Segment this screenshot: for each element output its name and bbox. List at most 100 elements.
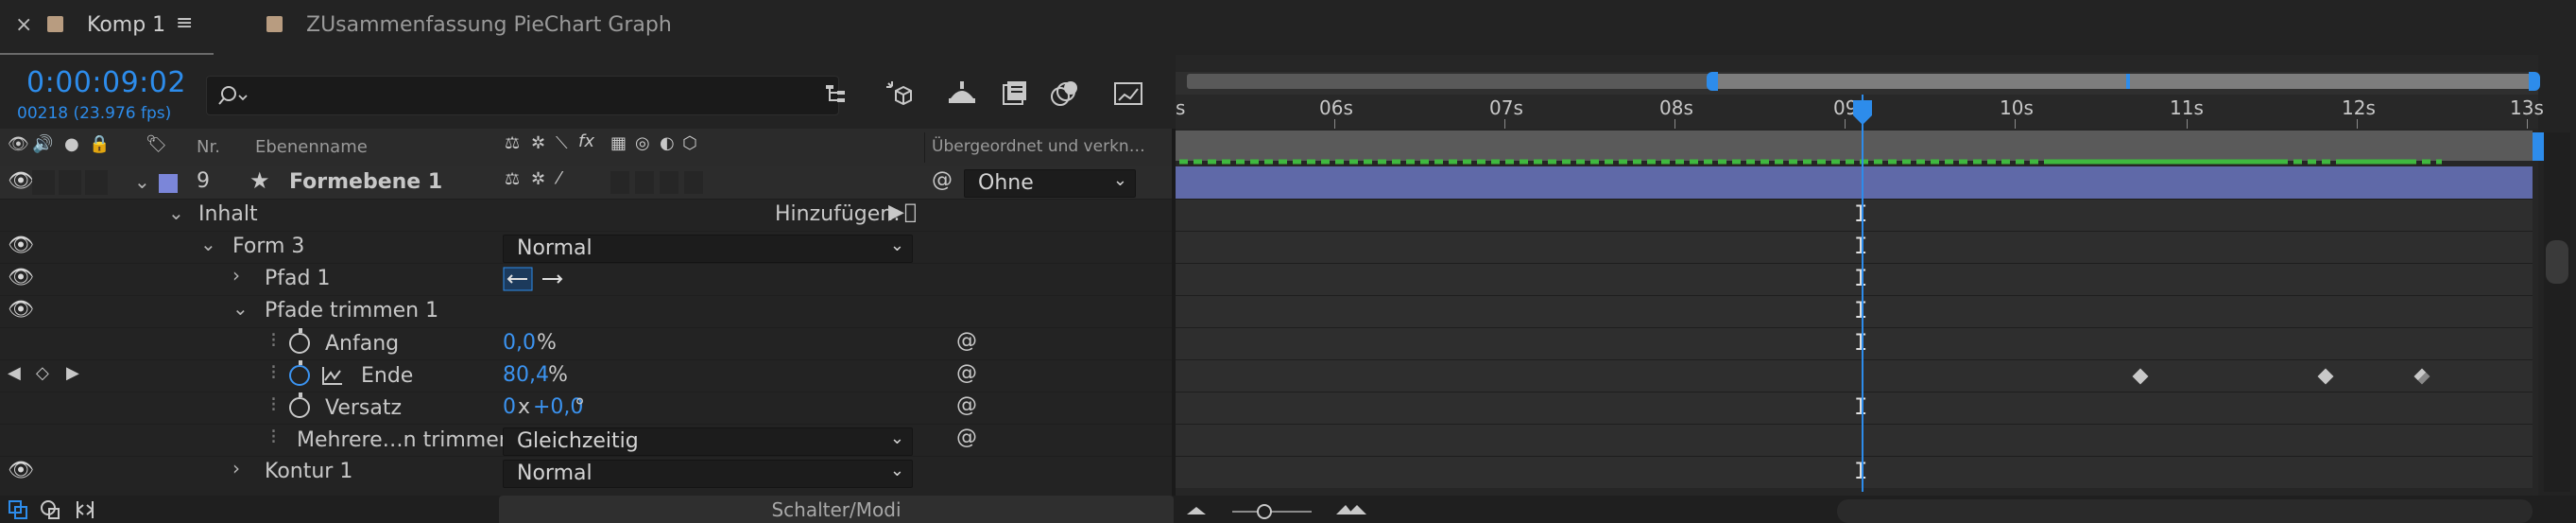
layer-label-color[interactable]	[159, 174, 178, 193]
expand-layer-chevron-icon[interactable]: ⌄	[134, 170, 150, 193]
path-direction-reverse-icon[interactable]	[503, 267, 533, 291]
collapse-chevron-icon[interactable]: ⌄	[168, 201, 184, 224]
collapse-chevron-icon[interactable]: ⌄	[232, 297, 249, 320]
playhead-handle-icon[interactable]	[1852, 98, 1873, 127]
pfad-1-label[interactable]: Pfad 1	[265, 267, 330, 290]
3d-layer-switch-icon[interactable]: ⬡	[682, 133, 697, 153]
shy-layer-switch-icon[interactable]: ⚖	[505, 169, 520, 189]
motion-blur-icon[interactable]	[1047, 78, 1081, 110]
expression-pick-whip-icon[interactable]: @	[956, 361, 977, 385]
visibility-eye-icon[interactable]: 👁	[8, 169, 34, 193]
anfang-value[interactable]: 0,0	[503, 331, 536, 355]
composition-flowchart-icon[interactable]	[822, 78, 856, 110]
in-out-duration-pane-icon[interactable]	[74, 499, 96, 520]
expression-pick-whip-icon[interactable]: @	[956, 393, 977, 417]
expression-pick-whip-icon[interactable]: @	[956, 329, 977, 353]
kontur-1-label[interactable]: Kontur 1	[265, 460, 352, 483]
blend-mode-value: Normal	[517, 236, 592, 260]
collapse-switch-icon[interactable]: ✲	[531, 133, 545, 153]
collapse-chevron-icon[interactable]: ⌄	[200, 233, 216, 255]
stopwatch-icon[interactable]	[289, 328, 310, 354]
layer-duration-bar[interactable]	[1176, 166, 2533, 199]
quality-switch-icon[interactable]: ⟍	[556, 133, 568, 153]
layer-row-formebene-1[interactable]: 👁 ⌄ 9 ★ Formebene 1 ⚖ ✲ ⁄ @ Ohne ⌄	[0, 166, 1176, 199]
shy-switch-icon[interactable]: ⚖	[505, 133, 520, 153]
transfer-controls-pane-icon[interactable]	[40, 499, 62, 520]
collapse-layer-switch-icon[interactable]: ✲	[531, 169, 545, 189]
add-keyframe-icon[interactable]: ◇	[36, 363, 49, 383]
expand-chevron-icon[interactable]: ›	[232, 457, 240, 479]
fx-switch-slot[interactable]	[610, 171, 629, 194]
ende-value[interactable]: 80,4	[503, 363, 549, 387]
pick-whip-icon[interactable]: @	[932, 168, 953, 192]
zoom-slider-thumb[interactable]	[1257, 504, 1272, 519]
current-time[interactable]: 0:00:09:02	[26, 66, 186, 99]
parent-column-header[interactable]: Übergeordnet und verkn…	[932, 137, 1145, 156]
stopwatch-icon[interactable]	[289, 392, 310, 418]
playhead-line[interactable]	[1862, 95, 1863, 492]
audio-column-icon[interactable]: 🔊	[32, 134, 53, 154]
layer-name-column-header[interactable]: Ebenenname	[255, 137, 368, 157]
layer-search-input[interactable]	[206, 76, 839, 115]
row-pfade-trimmen-1: 👁 ⌄ Pfade trimmen 1	[0, 295, 1176, 327]
form-3-label[interactable]: Form 3	[232, 235, 304, 258]
versatz-revolutions-value[interactable]: 0	[503, 395, 516, 419]
eye-column-icon[interactable]: 👁	[8, 134, 29, 154]
column-divider	[924, 132, 925, 163]
navigator-end-handle[interactable]	[2529, 72, 2540, 91]
lock-column-icon[interactable]: 🔒	[89, 134, 110, 154]
scrollbar-thumb[interactable]	[2546, 240, 2568, 284]
audio-toggle[interactable]	[32, 170, 55, 195]
adjustment-switch-icon[interactable]: ◐	[660, 133, 675, 153]
visibility-eye-icon[interactable]: 👁	[8, 459, 34, 482]
form-3-blend-mode-dropdown[interactable]: Normal ⌄	[503, 235, 913, 263]
frame-blending-icon[interactable]	[998, 78, 1032, 110]
quality-layer-switch-icon[interactable]: ⁄	[558, 168, 560, 188]
zoom-in-icon[interactable]	[1334, 501, 1368, 516]
motion-blur-switch-icon[interactable]: ◎	[635, 133, 650, 153]
previous-keyframe-icon[interactable]: ◀	[8, 363, 21, 383]
pfade-trimmen-label[interactable]: Pfade trimmen 1	[265, 299, 438, 323]
horizontal-scrollbar[interactable]	[1837, 499, 2533, 523]
layer-name[interactable]: Formebene 1	[289, 170, 442, 194]
visibility-eye-icon[interactable]: 👁	[8, 298, 34, 322]
time-navigator-selection[interactable]	[1712, 74, 2533, 89]
draft-3d-icon[interactable]	[883, 78, 917, 110]
visibility-eye-icon[interactable]: 👁	[8, 266, 34, 289]
frame-blend-switch-icon[interactable]: ▦	[610, 133, 627, 153]
effects-switch-icon[interactable]: fx	[578, 131, 594, 151]
next-keyframe-icon[interactable]: ▶	[66, 363, 79, 383]
path-direction-forward-icon[interactable]	[537, 267, 567, 291]
solo-toggle[interactable]	[59, 170, 81, 195]
zoom-out-icon[interactable]	[1185, 503, 1208, 516]
layer-switches-pane-icon[interactable]	[8, 499, 30, 520]
expression-pick-whip-icon[interactable]: @	[956, 426, 977, 449]
solo-column-icon[interactable]: ●	[64, 134, 79, 154]
label-column-icon[interactable]: 🏷	[146, 134, 167, 154]
tab-menu-icon[interactable]: ≡	[176, 11, 193, 35]
lock-toggle[interactable]	[85, 170, 108, 195]
parent-dropdown[interactable]: Ohne ⌄	[964, 169, 1136, 198]
hide-shy-layers-icon[interactable]	[945, 78, 979, 110]
zoom-slider-track[interactable]	[1232, 511, 1312, 513]
trim-multiple-shapes-dropdown[interactable]: Gleichzeitig ⌄	[503, 427, 913, 456]
motion-blur-switch-slot[interactable]	[660, 171, 678, 194]
timeline-scrollbar[interactable]	[2544, 132, 2570, 492]
add-content-button-icon[interactable]: ▶⃝	[888, 200, 917, 224]
layer-number: 9	[197, 169, 210, 193]
graph-icon[interactable]	[321, 365, 344, 386]
blend-switch-slot[interactable]	[635, 171, 654, 194]
3d-switch-slot[interactable]	[684, 171, 703, 194]
stopwatch-active-icon[interactable]	[289, 360, 310, 386]
number-column-header[interactable]: Nr.	[197, 137, 220, 157]
versatz-x: x	[518, 395, 531, 419]
timeline-row[interactable]	[1176, 424, 2533, 456]
tab-komp-1[interactable]: Komp 1	[87, 13, 165, 37]
graph-editor-icon[interactable]	[1111, 78, 1145, 110]
expand-chevron-icon[interactable]: ›	[232, 264, 240, 287]
tab-zusammenfassung[interactable]: ZUsammenfassung PieChart Graph	[306, 13, 672, 37]
navigator-start-handle[interactable]	[1707, 72, 1718, 91]
close-tab-icon[interactable]: ×	[15, 13, 32, 37]
kontur-blend-mode-dropdown[interactable]: Normal ⌄	[503, 460, 913, 488]
visibility-eye-icon[interactable]: 👁	[8, 234, 34, 257]
